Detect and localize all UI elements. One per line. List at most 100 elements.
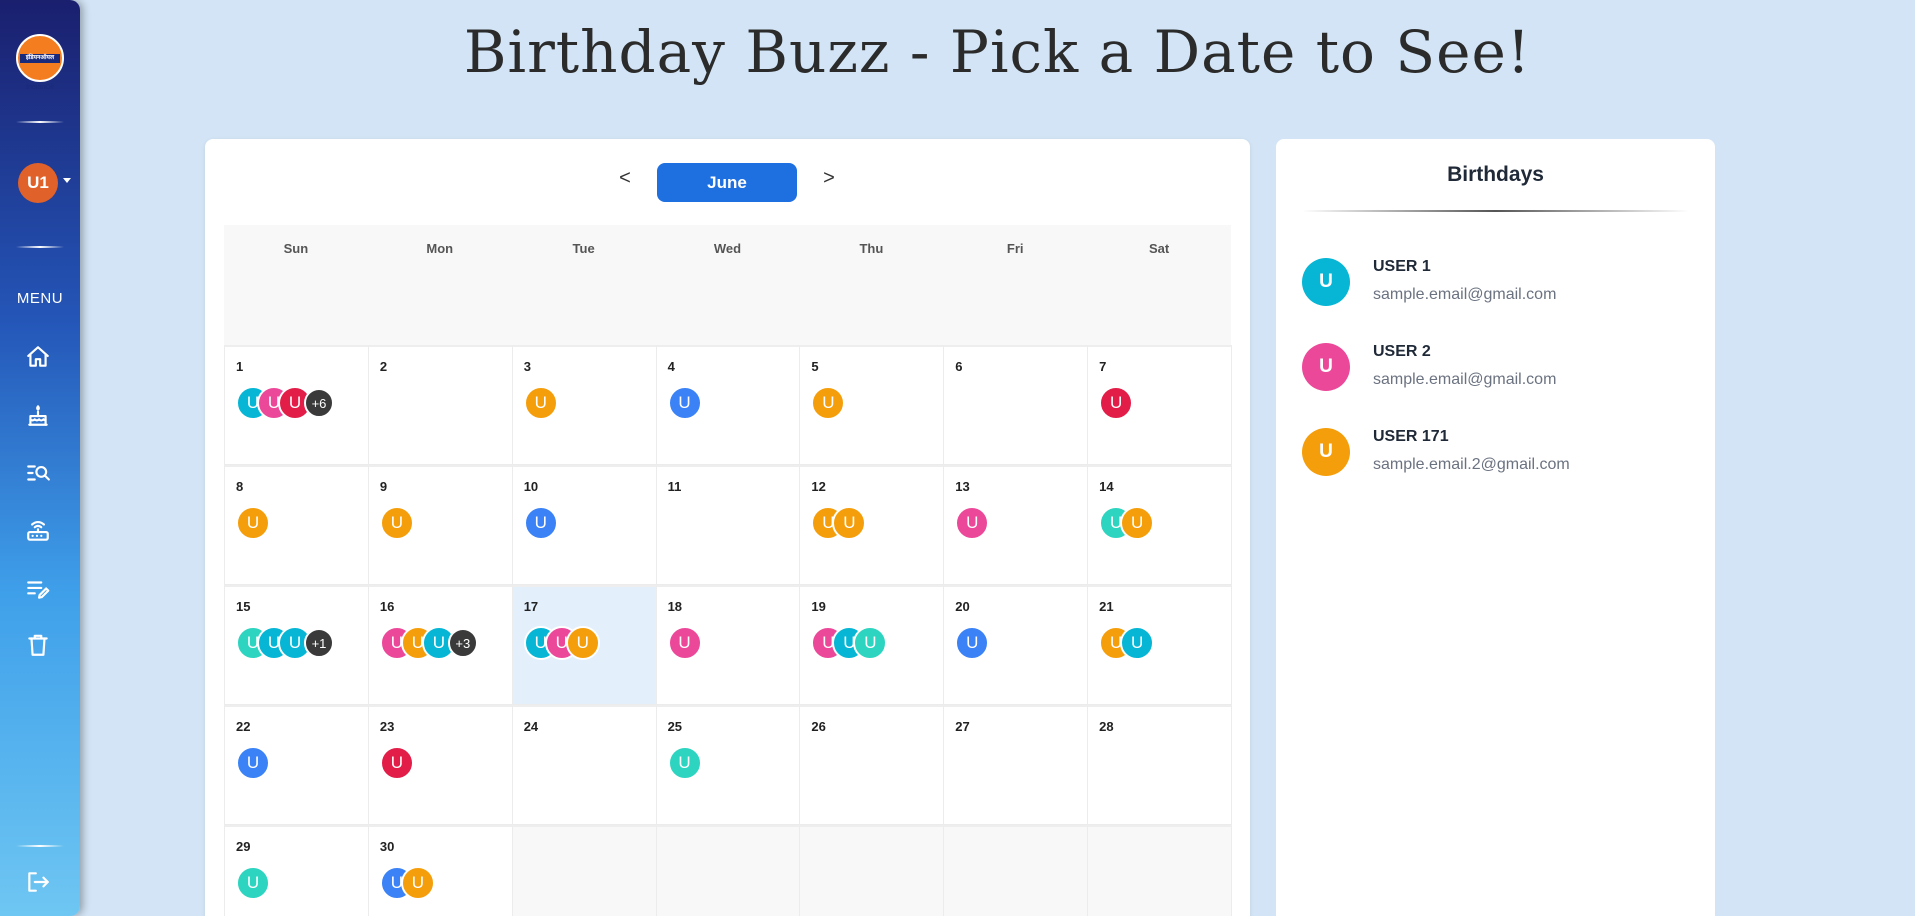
calendar-day-cell[interactable]: 23 U bbox=[367, 705, 513, 825]
avatar-group: UU bbox=[1099, 506, 1220, 540]
calendar-day-cell[interactable]: 27 bbox=[943, 705, 1089, 825]
day-number: 14 bbox=[1099, 479, 1114, 494]
birthday-item[interactable]: U USER 171 sample.email.2@gmail.com bbox=[1302, 428, 1702, 478]
calendar-day-cell[interactable]: 8U bbox=[224, 465, 369, 585]
user-avatar[interactable]: U bbox=[853, 626, 888, 660]
calendar-day-cell[interactable]: 17 U U U bbox=[511, 585, 657, 705]
user-avatar[interactable]: U bbox=[379, 746, 414, 780]
user-avatar[interactable]: U bbox=[236, 506, 270, 540]
avatar-group: U bbox=[379, 506, 501, 540]
trash-icon[interactable] bbox=[24, 631, 52, 659]
more-users-badge[interactable]: +6 bbox=[304, 388, 334, 418]
sidebar-divider bbox=[16, 845, 64, 847]
calendar-day-cell[interactable]: 1 U U U +6 bbox=[224, 345, 369, 465]
user-avatar[interactable]: U bbox=[1099, 386, 1134, 420]
user-avatar[interactable]: U bbox=[667, 626, 702, 660]
user-avatar[interactable]: U bbox=[811, 386, 846, 420]
day-number: 11 bbox=[667, 479, 682, 494]
avatar-group: U U U +6 bbox=[236, 386, 357, 420]
avatar: U bbox=[1302, 258, 1350, 306]
calendar-day-cell[interactable]: 12 U U bbox=[799, 465, 945, 585]
birthday-item[interactable]: U USER 1 sample.email@gmail.com bbox=[1302, 258, 1702, 308]
user-avatar[interactable]: U bbox=[955, 626, 990, 660]
user-avatar[interactable]: U bbox=[523, 386, 558, 420]
calendar-day-cell[interactable]: 16 U U U +3 bbox=[367, 585, 513, 705]
user-avatar[interactable]: U1 bbox=[18, 163, 58, 203]
calendar-day-cell[interactable]: 13 U bbox=[943, 465, 1089, 585]
user-avatar[interactable]: U bbox=[236, 866, 270, 900]
calendar-day-cell[interactable]: 20 U bbox=[943, 585, 1089, 705]
calendar-day-cell[interactable]: 29 U bbox=[224, 825, 369, 916]
sidebar-divider bbox=[16, 121, 64, 123]
avatar-group: U bbox=[667, 386, 789, 420]
calendar-day-cell[interactable]: 3U bbox=[511, 345, 657, 465]
day-number: 1 bbox=[236, 359, 244, 374]
logout-icon[interactable] bbox=[24, 868, 52, 896]
indianoil-logo[interactable]: इंडियनऑयल bbox=[16, 34, 64, 82]
user-avatar[interactable]: U bbox=[1120, 506, 1155, 540]
calendar-day-cell[interactable]: 5U bbox=[799, 345, 945, 465]
day-number: 3 bbox=[523, 359, 531, 374]
user-avatar[interactable]: U bbox=[400, 866, 435, 900]
calendar-day-cell[interactable]: 26 bbox=[799, 705, 945, 825]
avatar-group: U bbox=[236, 506, 357, 540]
calendar-day-cell[interactable]: 18 U bbox=[655, 585, 801, 705]
avatar-group: U U U +3 bbox=[379, 626, 501, 660]
user-avatar[interactable]: U bbox=[379, 506, 414, 540]
more-users-badge[interactable]: +3 bbox=[447, 628, 478, 658]
avatar-group bbox=[955, 386, 1076, 420]
calendar-day-cell[interactable]: 4U bbox=[655, 345, 801, 465]
calendar-day-cell[interactable]: 30 U U bbox=[367, 825, 513, 916]
router-icon[interactable] bbox=[24, 517, 52, 545]
logo-caption: IndianOil bbox=[26, 84, 54, 91]
user-avatar[interactable]: U bbox=[565, 626, 600, 660]
user-avatar[interactable]: U bbox=[236, 746, 270, 780]
calendar-day-cell[interactable]: 6 bbox=[943, 345, 1089, 465]
user-avatar[interactable]: U bbox=[832, 506, 867, 540]
calendar-day-cell[interactable]: 19 U U U bbox=[799, 585, 945, 705]
calendar-day-cell[interactable]: 10 U bbox=[511, 465, 657, 585]
chevron-down-icon[interactable] bbox=[63, 178, 71, 183]
weekday-header: Mon bbox=[367, 225, 512, 345]
home-icon[interactable] bbox=[24, 343, 52, 371]
day-number: 21 bbox=[1099, 599, 1114, 614]
weekday-header: Thu bbox=[799, 225, 944, 345]
calendar-day-cell[interactable]: 28 bbox=[1087, 705, 1232, 825]
page-title: Birthday Buzz - Pick a Date to See! bbox=[463, 18, 1532, 86]
calendar-day-cell[interactable]: 2 bbox=[367, 345, 513, 465]
calendar-day-cell[interactable]: 14 U U bbox=[1087, 465, 1232, 585]
day-number: 26 bbox=[811, 719, 826, 734]
calendar-grid: Sun Mon Tue Wed Thu Fri Sat 1 U U U +6 2 3 U 4 U 5 U 6 7 U 8 U 9… bbox=[224, 225, 1232, 916]
search-list-icon[interactable] bbox=[24, 459, 52, 487]
calendar-day-cell[interactable]: 24 bbox=[511, 705, 657, 825]
birthday-item[interactable]: U USER 2 sample.email@gmail.com bbox=[1302, 343, 1702, 393]
empty-day-cell bbox=[1087, 825, 1232, 916]
calendar-day-cell[interactable]: 15 U U U +1 bbox=[224, 585, 369, 705]
sidebar-divider bbox=[16, 246, 64, 248]
empty-day-cell bbox=[943, 825, 1089, 916]
day-number: 18 bbox=[667, 599, 683, 614]
more-users-badge[interactable]: +1 bbox=[304, 628, 334, 658]
empty-day-cell bbox=[511, 825, 657, 916]
calendar-day-cell[interactable]: 25 U bbox=[655, 705, 801, 825]
birthday-cake-icon[interactable] bbox=[24, 401, 52, 429]
next-month-button[interactable]: > bbox=[819, 167, 839, 190]
user-name: USER 1 bbox=[1373, 258, 1431, 275]
user-avatar[interactable]: U bbox=[955, 506, 990, 540]
calendar-day-cell[interactable]: 21 U U bbox=[1087, 585, 1232, 705]
user-avatar[interactable]: U bbox=[523, 506, 558, 540]
edit-list-icon[interactable] bbox=[24, 575, 52, 603]
avatar-group: U bbox=[523, 506, 645, 540]
user-avatar[interactable]: U bbox=[1120, 626, 1155, 660]
user-avatar[interactable]: U bbox=[667, 746, 702, 780]
calendar-day-cell[interactable]: 22 U bbox=[224, 705, 369, 825]
avatar-group: UUU bbox=[523, 626, 645, 660]
avatar-group: U bbox=[955, 626, 1076, 660]
day-number: 15 bbox=[236, 599, 251, 614]
user-avatar[interactable]: U bbox=[667, 386, 702, 420]
prev-month-button[interactable]: < bbox=[615, 167, 635, 190]
calendar-day-cell[interactable]: 9U bbox=[367, 465, 513, 585]
calendar-day-cell[interactable]: 7U bbox=[1087, 345, 1232, 465]
calendar-day-cell[interactable]: 11 bbox=[655, 465, 801, 585]
month-button[interactable]: June bbox=[657, 163, 797, 202]
